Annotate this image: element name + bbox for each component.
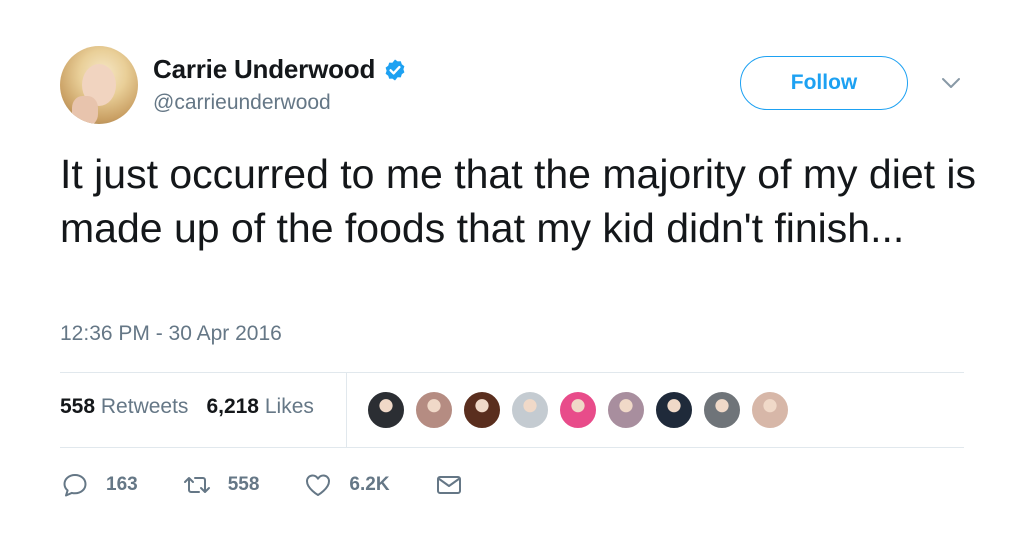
message-action[interactable]	[434, 470, 464, 500]
likes-stat-count: 6,218	[206, 395, 259, 418]
reply-icon	[63, 474, 87, 497]
retweets-stat-count: 558	[60, 395, 96, 418]
envelope-icon	[436, 476, 461, 494]
avatar-hand	[72, 96, 98, 124]
liker-avatars	[366, 390, 798, 430]
user-handle[interactable]: @carrieunderwood	[153, 91, 331, 115]
likes-stat-label: Likes	[264, 395, 314, 418]
engagement-stats: 558 Retweets 6,218 Likes	[60, 395, 332, 419]
reply-action[interactable]: 163	[60, 470, 138, 500]
retweet-action[interactable]: 558	[182, 470, 260, 500]
stats-vertical-divider	[346, 373, 347, 447]
liker-avatar-7[interactable]	[654, 390, 694, 430]
liker-avatar-3[interactable]	[462, 390, 502, 430]
divider-bottom	[60, 447, 964, 448]
author-name-row: Carrie Underwood	[153, 54, 407, 85]
liker-avatar-9[interactable]	[750, 390, 790, 430]
display-name[interactable]: Carrie Underwood	[153, 54, 375, 85]
reply-count: 163	[106, 474, 138, 495]
liker-avatar-4[interactable]	[510, 390, 550, 430]
tweet-timestamp[interactable]: 12:36 PM - 30 Apr 2016	[60, 322, 282, 346]
liker-avatar-5[interactable]	[558, 390, 598, 430]
tweet-actions: 163 558 6.2K	[60, 470, 508, 500]
retweets-stat[interactable]: 558 Retweets	[60, 395, 188, 419]
retweet-count: 558	[227, 474, 260, 495]
liker-avatar-8[interactable]	[702, 390, 742, 430]
retweets-stat-label: Retweets	[100, 395, 189, 418]
retweet-icon	[183, 477, 210, 493]
liker-avatar-6[interactable]	[606, 390, 646, 430]
like-count: 6.2K	[349, 474, 390, 495]
profile-avatar[interactable]	[60, 46, 138, 124]
likes-stat[interactable]: 6,218 Likes	[206, 395, 313, 419]
tweet-text: It just occurred to me that the majority…	[60, 151, 977, 251]
heart-icon	[306, 474, 331, 496]
chevron-down-icon[interactable]	[940, 74, 962, 92]
divider-top	[60, 372, 964, 373]
liker-avatar-1[interactable]	[366, 390, 406, 430]
follow-button[interactable]: Follow	[740, 56, 908, 110]
verified-badge-icon	[385, 59, 405, 80]
like-action[interactable]: 6.2K	[303, 470, 390, 500]
liker-avatar-2[interactable]	[414, 390, 454, 430]
